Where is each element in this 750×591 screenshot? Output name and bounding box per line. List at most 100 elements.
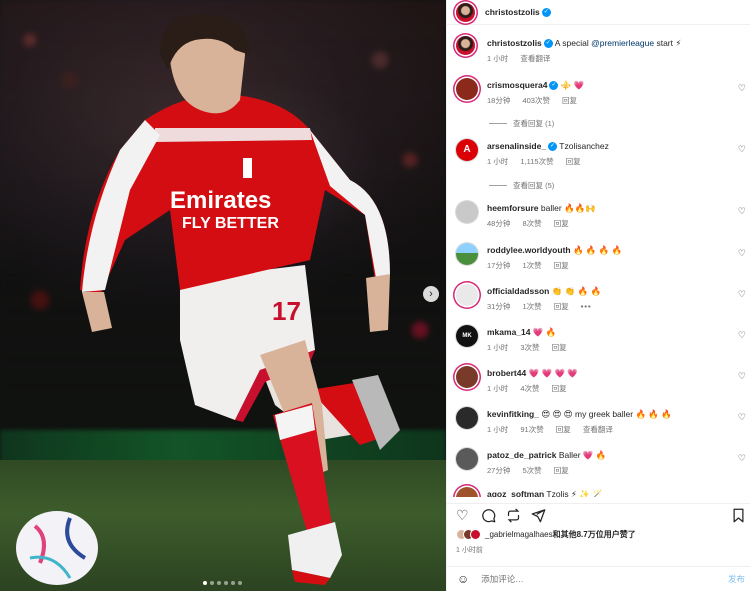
heart-icon[interactable]: ♡ bbox=[738, 330, 746, 341]
comment-username[interactable]: kevinfitking_ bbox=[487, 409, 539, 419]
comment-username[interactable]: crismosquera4 bbox=[487, 80, 547, 90]
comment-item: roddylee.worldyouth 🔥 🔥 🔥 🔥 17分钟 1次赞 回复 … bbox=[447, 243, 750, 281]
view-replies-button[interactable]: 查看回复 (1) bbox=[489, 118, 554, 129]
comment-username[interactable]: patoz_de_patrick bbox=[487, 450, 556, 460]
author-avatar[interactable] bbox=[456, 36, 475, 55]
post-comment-button[interactable]: 发布 bbox=[728, 573, 745, 585]
heart-icon[interactable]: ♡ bbox=[456, 508, 469, 522]
verified-badge-icon: ✓ bbox=[548, 142, 558, 152]
emoji-icon[interactable]: ☺ bbox=[457, 572, 469, 586]
comment-time: 48分钟 bbox=[487, 219, 511, 228]
post-header: christostzolis ✓ bbox=[447, 0, 750, 25]
caption-text: A special bbox=[554, 38, 589, 48]
reply-button[interactable]: 回复 bbox=[566, 157, 581, 166]
translate-link[interactable]: 查看翻译 bbox=[583, 425, 613, 434]
comment-time: 17分钟 bbox=[487, 261, 511, 270]
heart-icon[interactable]: ♡ bbox=[738, 144, 746, 155]
commenter-avatar[interactable] bbox=[456, 243, 478, 265]
divider bbox=[489, 123, 507, 124]
carousel-dot bbox=[217, 581, 221, 585]
comment-text: Tzolis ⚡ ✨ 🪄 bbox=[546, 489, 603, 497]
comment-likes[interactable]: 1,115次赞 bbox=[520, 157, 553, 166]
mention-link[interactable]: @premierleague bbox=[591, 38, 654, 48]
comment-username[interactable]: agoz_softman bbox=[487, 489, 544, 497]
reply-button[interactable]: 回复 bbox=[554, 302, 569, 311]
comment-text: Baller 💗 🔥 bbox=[558, 450, 607, 460]
liked-by-count[interactable]: 和其他8.7万位用户赞了 bbox=[553, 530, 636, 539]
commenter-avatar[interactable]: MK bbox=[456, 325, 478, 347]
svg-text:17: 17 bbox=[272, 296, 301, 326]
add-comment-bar: ☺ 添加评论… 发布 bbox=[447, 566, 750, 591]
heart-icon[interactable]: ♡ bbox=[738, 248, 746, 259]
comment-time: 1 小时 bbox=[487, 343, 509, 352]
heart-icon[interactable]: ♡ bbox=[738, 83, 746, 94]
view-replies-label: 查看回复 (5) bbox=[513, 181, 555, 190]
reply-button[interactable]: 回复 bbox=[562, 96, 577, 105]
comment-input[interactable]: 添加评论… bbox=[481, 573, 728, 585]
svg-text:Emirates: Emirates bbox=[170, 187, 271, 214]
comment-username[interactable]: brobert44 bbox=[487, 368, 526, 378]
comments-list: christostzolis ✓ A special @premierleague… bbox=[447, 25, 750, 497]
comment-likes[interactable]: 3次赞 bbox=[520, 343, 539, 352]
more-options-button[interactable]: ••• bbox=[581, 302, 592, 311]
author-avatar[interactable] bbox=[456, 2, 475, 22]
comment-text: baller 🔥🔥🙌 bbox=[540, 203, 596, 213]
comment-likes[interactable]: 1次赞 bbox=[522, 302, 541, 311]
bookmark-icon[interactable] bbox=[732, 508, 745, 525]
commenter-avatar[interactable] bbox=[456, 366, 478, 388]
heart-icon[interactable]: ♡ bbox=[738, 453, 746, 464]
repost-icon[interactable] bbox=[506, 508, 521, 525]
comment-username[interactable]: arsenalinside_ bbox=[487, 141, 546, 151]
liker-avatar bbox=[470, 529, 481, 540]
commenter-avatar[interactable] bbox=[456, 78, 478, 100]
send-icon[interactable] bbox=[531, 508, 546, 525]
comment-likes[interactable]: 403次赞 bbox=[522, 96, 550, 105]
reply-button[interactable]: 回复 bbox=[554, 261, 569, 270]
comment-username[interactable]: roddylee.worldyouth bbox=[487, 245, 571, 255]
comment-likes[interactable]: 91次赞 bbox=[520, 425, 543, 434]
reply-button[interactable]: 回复 bbox=[554, 219, 569, 228]
comment-item: A arsenalinside_ ✓ Tzolisanchez 1 小时 1,11… bbox=[447, 139, 750, 179]
comment-icon[interactable] bbox=[481, 508, 496, 525]
comment-text: ⚜️ 💗 bbox=[560, 80, 585, 90]
heart-icon[interactable]: ♡ bbox=[738, 206, 746, 217]
reply-button[interactable]: 回复 bbox=[552, 384, 567, 393]
verified-badge-icon: ✓ bbox=[541, 7, 551, 17]
comment-item: heemforsure baller 🔥🔥🙌 48分钟 8次赞 回复 ♡ bbox=[447, 201, 750, 239]
commenter-avatar[interactable] bbox=[456, 487, 478, 497]
comment-time: 31分钟 bbox=[487, 302, 511, 311]
heart-icon[interactable]: ♡ bbox=[738, 412, 746, 423]
comment-likes[interactable]: 5次赞 bbox=[522, 466, 541, 475]
reply-button[interactable]: 回复 bbox=[552, 343, 567, 352]
comment-likes[interactable]: 4次赞 bbox=[520, 384, 539, 393]
commenter-avatar[interactable]: A bbox=[456, 139, 478, 161]
heart-icon[interactable]: ♡ bbox=[738, 371, 746, 382]
view-replies-button[interactable]: 查看回复 (5) bbox=[489, 180, 554, 191]
reply-button[interactable]: 回复 bbox=[554, 466, 569, 475]
liked-by-username[interactable]: _gabrielmagalhaes bbox=[485, 530, 553, 539]
author-username[interactable]: christostzolis bbox=[485, 7, 540, 17]
comment-time: 27分钟 bbox=[487, 466, 511, 475]
commenter-avatar[interactable] bbox=[456, 448, 478, 470]
caption-username[interactable]: christostzolis bbox=[487, 38, 542, 48]
comment-item: officialdadsson 👏 👏 🔥 🔥 31分钟 1次赞 回复 ••• … bbox=[447, 284, 750, 322]
carousel-indicator bbox=[203, 581, 242, 585]
comment-username[interactable]: officialdadsson bbox=[487, 286, 549, 296]
commenter-avatar[interactable] bbox=[456, 407, 478, 429]
liked-by-text: _gabrielmagalhaes和其他8.7万位用户赞了 bbox=[485, 529, 636, 540]
next-image-button[interactable]: › bbox=[423, 286, 439, 302]
comment-likes[interactable]: 8次赞 bbox=[522, 219, 541, 228]
comment-username[interactable]: heemforsure bbox=[487, 203, 539, 213]
comment-item: brobert44 💗 💗 💗 💗 1 小时 4次赞 回复 ♡ bbox=[447, 366, 750, 404]
translate-link[interactable]: 查看翻译 bbox=[520, 54, 550, 63]
commenter-avatar[interactable] bbox=[456, 201, 478, 223]
commenter-avatar[interactable] bbox=[456, 284, 478, 306]
comment-item: kevinfitking_ 😍 😍 😍 my greek baller 🔥 🔥 … bbox=[447, 407, 750, 445]
reply-button[interactable]: 回复 bbox=[556, 425, 571, 434]
liked-by-summary[interactable]: _gabrielmagalhaes和其他8.7万位用户赞了 bbox=[456, 529, 636, 540]
verified-badge-icon: ✓ bbox=[543, 39, 553, 49]
comment-username[interactable]: mkama_14 bbox=[487, 327, 530, 337]
heart-icon[interactable]: ♡ bbox=[738, 289, 746, 300]
carousel-dot bbox=[203, 581, 207, 585]
comment-likes[interactable]: 1次赞 bbox=[522, 261, 541, 270]
